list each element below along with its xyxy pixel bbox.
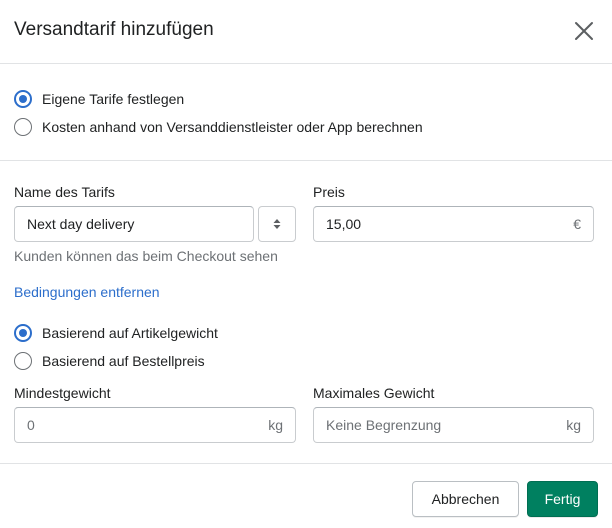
radio-carrier-rates[interactable]: Kosten anhand von Versanddienstleister o… — [14, 117, 423, 137]
radio-button-checked[interactable] — [14, 324, 32, 342]
cancel-button[interactable]: Abbrechen — [412, 481, 519, 517]
currency-suffix: € — [573, 216, 581, 232]
dialog-header: Versandtarif hinzufügen — [0, 0, 612, 64]
radio-label: Kosten anhand von Versanddienstleister o… — [42, 119, 423, 135]
max-weight-placeholder: Keine Begrenzung — [326, 417, 442, 433]
close-icon — [575, 22, 593, 40]
rate-name-input[interactable]: Next day delivery — [14, 206, 254, 242]
rate-name-select-button[interactable] — [258, 206, 296, 242]
min-weight-placeholder: 0 — [27, 417, 35, 433]
min-weight-label: Mindestgewicht — [14, 385, 111, 401]
weight-unit-suffix: kg — [566, 417, 581, 433]
weight-unit-suffix: kg — [268, 417, 283, 433]
rate-name-value: Next day delivery — [27, 216, 135, 232]
radio-label: Eigene Tarife festlegen — [42, 91, 185, 107]
dialog-title: Versandtarif hinzufügen — [14, 19, 214, 40]
radio-by-price[interactable]: Basierend auf Bestellpreis — [14, 351, 205, 371]
min-weight-input[interactable]: 0 kg — [14, 407, 296, 443]
radio-button-checked[interactable] — [14, 90, 32, 108]
radio-by-weight[interactable]: Basierend auf Artikelgewicht — [14, 323, 218, 343]
dialog-footer: Abbrechen Fertig — [0, 463, 612, 528]
rate-type-section: Eigene Tarife festlegen Kosten anhand vo… — [0, 65, 612, 161]
radio-label: Basierend auf Artikelgewicht — [42, 325, 218, 341]
price-input[interactable]: 15,00 € — [313, 206, 594, 242]
max-weight-input[interactable]: Keine Begrenzung kg — [313, 407, 594, 443]
add-shipping-rate-dialog: Versandtarif hinzufügen Eigene Tarife fe… — [0, 0, 612, 528]
radio-own-rates[interactable]: Eigene Tarife festlegen — [14, 89, 184, 109]
rate-name-label: Name des Tarifs — [14, 184, 115, 200]
sort-arrows-icon — [273, 219, 281, 229]
radio-button[interactable] — [14, 352, 32, 370]
remove-conditions-link[interactable]: Bedingungen entfernen — [14, 282, 160, 302]
close-button[interactable] — [570, 17, 598, 45]
price-label: Preis — [313, 184, 345, 200]
max-weight-label: Maximales Gewicht — [313, 385, 435, 401]
rate-name-help-text: Kunden können das beim Checkout sehen — [14, 248, 278, 264]
price-value: 15,00 — [326, 216, 362, 232]
done-button[interactable]: Fertig — [527, 481, 598, 517]
radio-button[interactable] — [14, 118, 32, 136]
radio-label: Basierend auf Bestellpreis — [42, 353, 205, 369]
